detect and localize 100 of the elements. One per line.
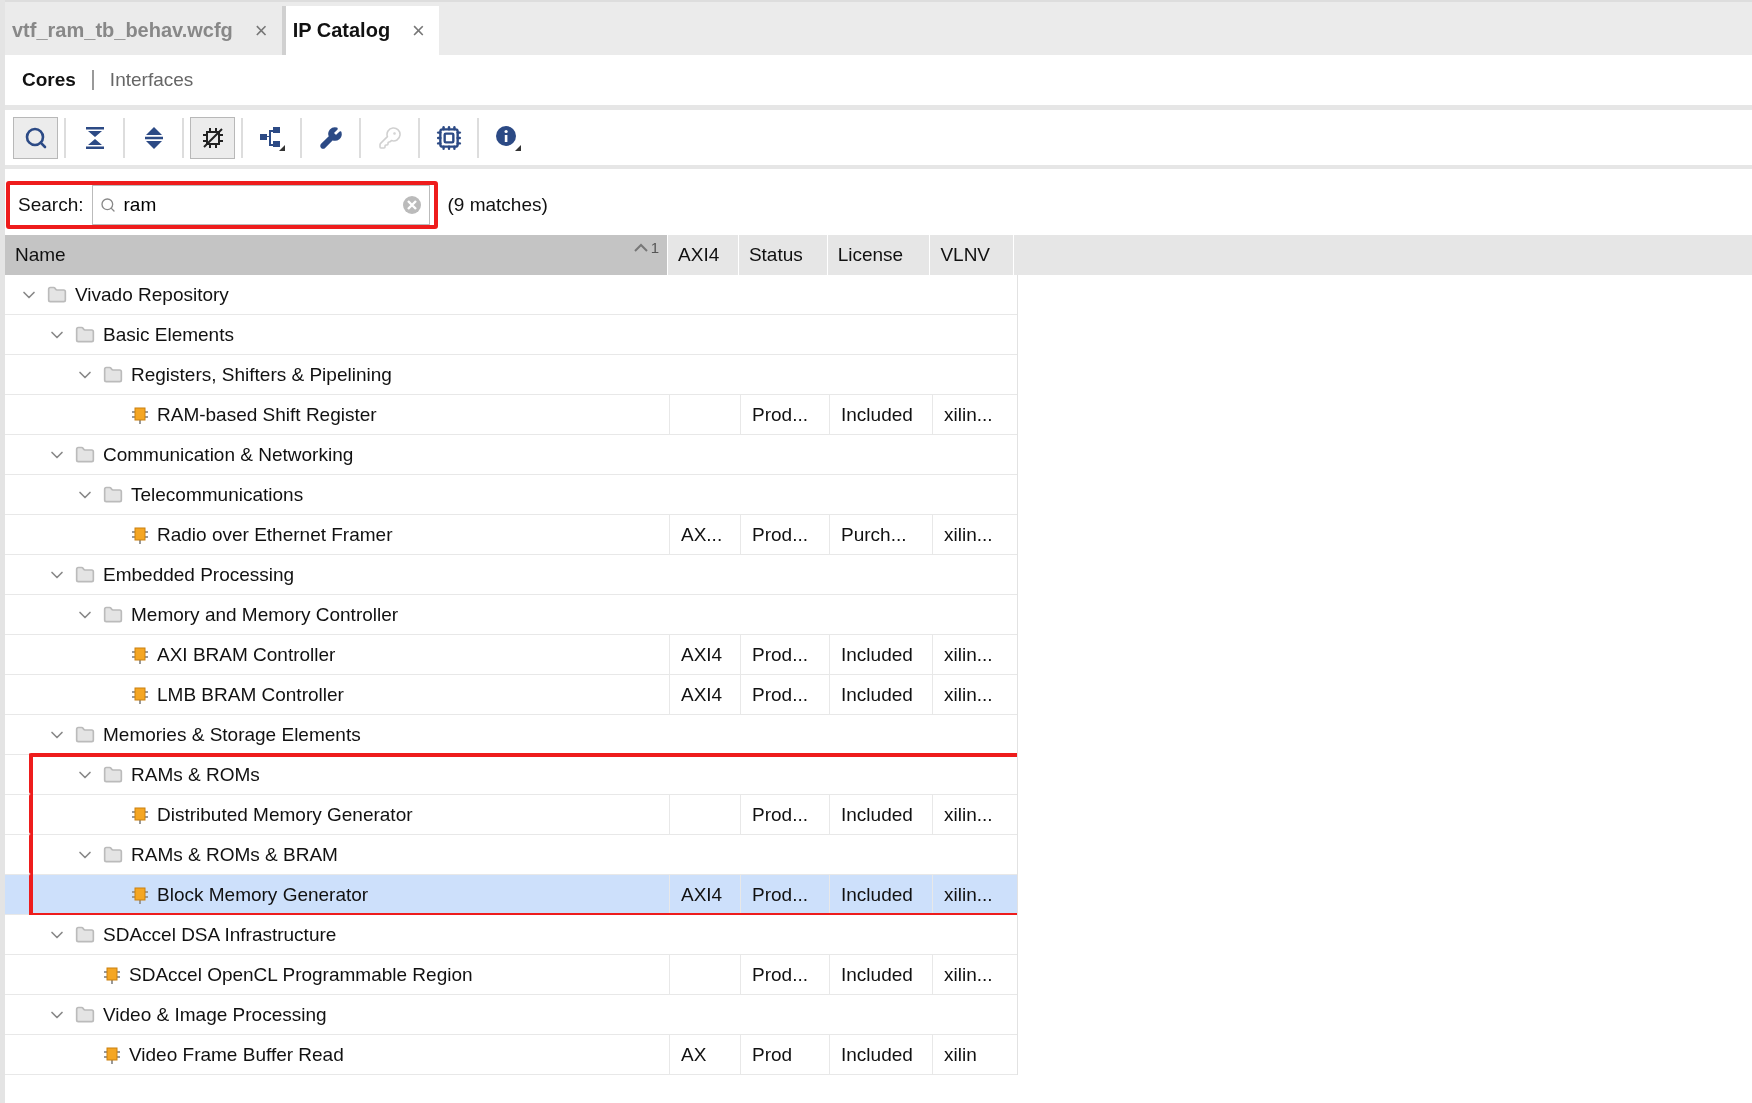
document-tab[interactable]: IP Catalog ×: [285, 6, 439, 55]
table-cell: xilin...: [944, 523, 993, 546]
item-name: Memories & Storage Elements: [103, 723, 361, 746]
search-icon: [100, 197, 117, 213]
item-name: Telecommunications: [131, 483, 304, 506]
table-cell: xilin...: [944, 643, 993, 666]
table-cell: AXI4: [681, 643, 723, 666]
item-name: Video & Image Processing: [103, 1003, 327, 1026]
search-label: Search:: [18, 194, 84, 216]
chip-icon: [435, 124, 462, 151]
ip-core-icon: [131, 645, 149, 664]
tree-row[interactable]: RAMs & ROMs & BRAM: [5, 835, 1017, 875]
folder-icon: [47, 284, 67, 305]
item-name: LMB BRAM Controller: [157, 683, 344, 706]
info-icon: [494, 124, 521, 151]
tree-row[interactable]: SDAccel OpenCL Programmable Region Prod... Included xilin...: [5, 955, 1017, 995]
table-cell: Prod: [752, 1043, 793, 1066]
clear-icon[interactable]: [402, 195, 423, 215]
table-cell: Prod...: [752, 403, 808, 426]
table-cell: AX: [681, 1043, 707, 1066]
view-tab[interactable]: Interfaces: [109, 69, 194, 91]
folder-icon: [75, 924, 95, 945]
chip-crossed-icon: [200, 125, 225, 150]
tree-row[interactable]: RAM-based Shift Register Prod... Included xilin...: [5, 395, 1017, 435]
column-header[interactable]: VLNV: [930, 235, 1015, 275]
folder-icon: [75, 324, 95, 345]
item-name: Block Memory Generator: [157, 883, 369, 906]
table-cell: Included: [841, 683, 913, 706]
table-cell: Prod...: [752, 803, 808, 826]
table-cell: Prod...: [752, 523, 808, 546]
item-name: Memory and Memory Controller: [131, 603, 399, 626]
item-name: RAMs & ROMs: [131, 763, 260, 786]
ip-core-icon: [131, 525, 149, 544]
folder-icon: [75, 1004, 95, 1025]
table-cell: Included: [841, 1043, 913, 1066]
ip-core-icon: [103, 965, 121, 984]
column-header[interactable]: License: [827, 235, 931, 275]
table-cell: xilin...: [944, 883, 993, 906]
tree-row[interactable]: Block Memory Generator AXI4 Prod... Included xilin...: [5, 875, 1017, 915]
column-header[interactable]: Status: [738, 235, 828, 275]
column-header[interactable]: Name 1: [5, 235, 669, 275]
tree-row[interactable]: Distributed Memory Generator Prod... Included xilin...: [5, 795, 1017, 835]
folder-icon: [75, 564, 95, 585]
close-tab-button[interactable]: ×: [254, 17, 268, 44]
item-name: Embedded Processing: [103, 563, 295, 586]
tree-row[interactable]: Radio over Ethernet Framer AX... Prod... Purch... xilin...: [5, 515, 1017, 555]
sort-indicator: 1: [633, 239, 660, 256]
table-cell: Included: [841, 803, 913, 826]
table-cell: xilin...: [944, 963, 993, 986]
folder-icon: [103, 364, 123, 385]
wrench-icon: [318, 125, 343, 150]
folder-icon: [103, 484, 123, 505]
item-name: Communication & Networking: [103, 443, 354, 466]
folder-icon: [103, 604, 123, 625]
search-field[interactable]: ram: [92, 185, 431, 225]
folder-icon: [75, 444, 95, 465]
tree-row[interactable]: SDAccel DSA Infrastructure: [5, 915, 1017, 955]
table-cell: xilin: [944, 1043, 977, 1066]
key-icon: [377, 125, 402, 150]
table-cell: xilin...: [944, 803, 993, 826]
item-name: SDAccel OpenCL Programmable Region: [129, 963, 473, 986]
item-name: Registers, Shifters & Pipelining: [131, 363, 392, 386]
view-tab[interactable]: Cores: [22, 69, 76, 91]
item-name: AXI BRAM Controller: [157, 643, 336, 666]
ip-core-icon: [131, 805, 149, 824]
folder-icon: [103, 844, 123, 865]
search-icon: [23, 125, 48, 150]
close-tab-button[interactable]: ×: [412, 17, 425, 44]
item-name: Basic Elements: [103, 323, 234, 346]
item-name: RAMs & ROMs & BRAM: [131, 843, 338, 866]
table-cell: Included: [841, 403, 913, 426]
toolbar-button[interactable]: [13, 116, 58, 159]
item-name: Radio over Ethernet Framer: [157, 523, 393, 546]
column-header[interactable]: AXI4: [668, 235, 739, 275]
match-count: (9 matches): [447, 194, 548, 216]
toolbar-button[interactable]: [190, 116, 235, 159]
table-cell: xilin...: [944, 683, 993, 706]
expand-all-icon: [143, 125, 164, 150]
collapse-all-icon: [84, 125, 105, 150]
ip-core-icon: [131, 405, 149, 424]
table-cell: Purch...: [841, 523, 907, 546]
table-cell: xilin...: [944, 403, 993, 426]
item-name: Distributed Memory Generator: [157, 803, 413, 826]
tree-row[interactable]: RAMs & ROMs: [5, 755, 1017, 795]
table-cell: Prod...: [752, 683, 808, 706]
tree-row[interactable]: AXI BRAM Controller AXI4 Prod... Included xilin...: [5, 635, 1017, 675]
ip-core-icon: [103, 1045, 121, 1064]
table-cell: AX...: [681, 523, 723, 546]
tree-row[interactable]: Video Frame Buffer Read AX Prod Included xilin: [5, 1035, 1017, 1075]
table-cell: Included: [841, 643, 913, 666]
table-cell: Included: [841, 883, 913, 906]
hierarchy-icon: [258, 124, 285, 151]
tree-row[interactable]: LMB BRAM Controller AXI4 Prod... Included xilin...: [5, 675, 1017, 715]
folder-icon: [75, 724, 95, 745]
ip-core-icon: [131, 685, 149, 704]
table-cell: Prod...: [752, 883, 808, 906]
item-name: Vivado Repository: [75, 283, 229, 306]
table-cell: Prod...: [752, 643, 808, 666]
folder-icon: [103, 764, 123, 785]
table-cell: Included: [841, 963, 913, 986]
